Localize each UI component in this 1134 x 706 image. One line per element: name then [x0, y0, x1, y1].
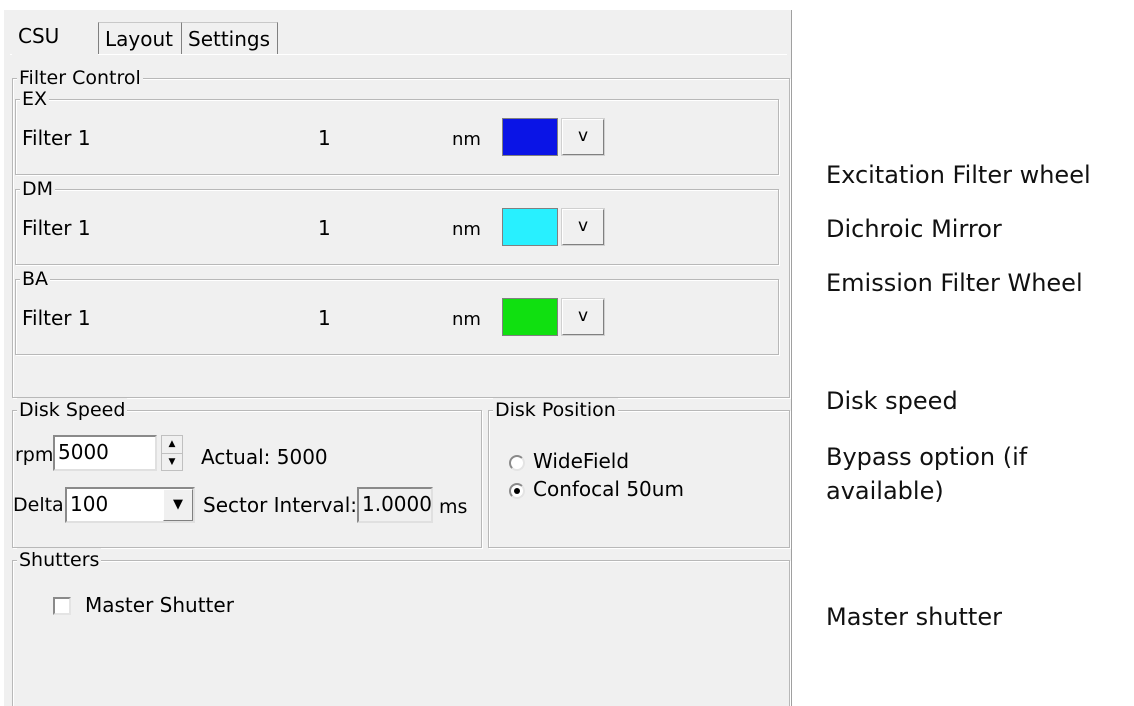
- master-shutter-label[interactable]: Master Shutter: [85, 593, 234, 617]
- sector-interval-label: Sector Interval:: [203, 493, 357, 517]
- ba-group-title: BA: [20, 267, 51, 291]
- confocal-radio[interactable]: [509, 483, 525, 499]
- widefield-label[interactable]: WideField: [533, 449, 629, 473]
- filter-control-group: Filter Control EX Filter 1 1 nm v DM Fil…: [12, 66, 790, 398]
- annotation-master-shutter: Master shutter: [826, 603, 1002, 631]
- annotation-bypass-line1: Bypass option (if: [826, 443, 1028, 471]
- tab-csu[interactable]: CSU: [12, 20, 98, 56]
- dm-color-swatch: [502, 208, 558, 246]
- chevron-down-icon[interactable]: ▼: [163, 489, 193, 521]
- radio-selected-dot: [514, 488, 520, 494]
- sector-interval-field: 1.0000: [357, 487, 433, 523]
- ba-color-swatch: [502, 298, 558, 336]
- ex-filter-name: Filter 1: [22, 126, 91, 150]
- ex-filter-value: 1: [318, 126, 331, 150]
- disk-position-title: Disk Position: [493, 398, 618, 422]
- rpm-input[interactable]: 5000: [53, 435, 157, 471]
- spin-down-icon[interactable]: ▼: [162, 454, 182, 471]
- master-shutter-checkbox[interactable]: [53, 597, 71, 615]
- annotation-excitation: Excitation Filter wheel: [826, 161, 1091, 189]
- annotation-dichroic: Dichroic Mirror: [826, 215, 1002, 243]
- dm-filter-unit: nm: [452, 219, 481, 240]
- ba-filter-value: 1: [318, 306, 331, 330]
- dm-filter-name: Filter 1: [22, 216, 91, 240]
- disk-speed-title: Disk Speed: [17, 398, 128, 422]
- rpm-spinner[interactable]: ▲ ▼: [161, 435, 183, 471]
- shutters-group: Shutters Master Shutter: [12, 548, 790, 706]
- widefield-radio[interactable]: [509, 455, 525, 471]
- tab-layout[interactable]: Layout: [98, 22, 182, 54]
- csu-control-panel: CSU Layout Settings Filter Control EX Fi…: [4, 10, 792, 706]
- tab-divider: [10, 54, 787, 55]
- sector-interval-unit: ms: [439, 496, 468, 518]
- ba-select-button[interactable]: v: [561, 298, 605, 336]
- dm-filter-value: 1: [318, 216, 331, 240]
- dm-select-button[interactable]: v: [561, 208, 605, 246]
- spin-up-icon[interactable]: ▲: [162, 436, 182, 454]
- disk-speed-group: Disk Speed rpm: 5000 ▲ ▼ Actual: 5000 De…: [12, 398, 482, 548]
- tab-settings[interactable]: Settings: [182, 22, 278, 54]
- ba-filter-group: BA Filter 1 1 nm v: [15, 267, 779, 355]
- confocal-label[interactable]: Confocal 50um: [533, 477, 684, 501]
- dm-group-title: DM: [20, 177, 56, 201]
- annotation-bypass-line2: available): [826, 477, 944, 505]
- ex-color-swatch: [502, 118, 558, 156]
- ex-filter-unit: nm: [452, 129, 481, 150]
- delta-select[interactable]: 100 ▼: [65, 487, 195, 523]
- disk-position-group: Disk Position WideField Confocal 50um: [488, 398, 790, 548]
- ex-filter-group: EX Filter 1 1 nm v: [15, 87, 779, 175]
- annotation-disk-speed: Disk speed: [826, 387, 958, 415]
- delta-label: Delta:: [13, 494, 71, 516]
- ba-filter-unit: nm: [452, 309, 481, 330]
- ba-filter-name: Filter 1: [22, 306, 91, 330]
- dm-filter-group: DM Filter 1 1 nm v: [15, 177, 779, 265]
- shutters-title: Shutters: [17, 548, 102, 572]
- delta-value: 100: [70, 492, 109, 516]
- annotation-emission: Emission Filter Wheel: [826, 269, 1083, 297]
- ex-select-button[interactable]: v: [561, 118, 605, 156]
- ex-group-title: EX: [20, 87, 50, 111]
- actual-rpm-text: Actual: 5000: [201, 445, 328, 469]
